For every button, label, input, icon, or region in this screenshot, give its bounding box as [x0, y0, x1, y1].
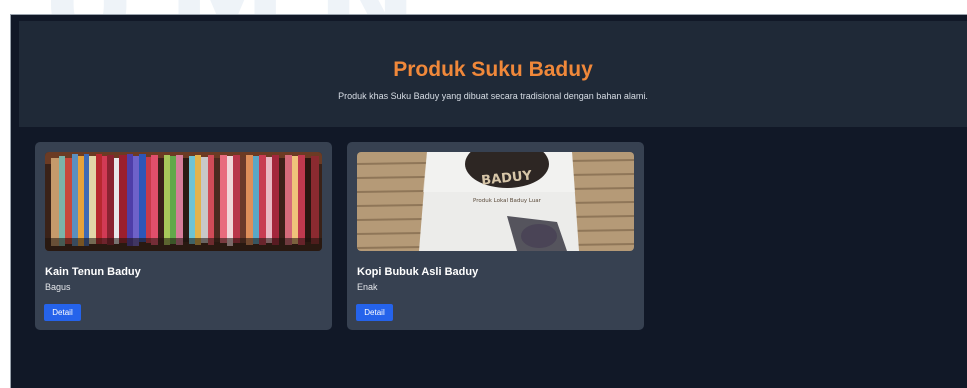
- product-card-kopi: BADUY Produk Lokal Baduy Luar Kopi Bubuk…: [347, 142, 644, 330]
- product-description: Enak: [357, 282, 378, 292]
- package-label: Produk Lokal Baduy Luar: [473, 198, 542, 204]
- detail-button-kain-tenun[interactable]: Detail: [44, 304, 81, 321]
- product-description: Bagus: [45, 282, 71, 292]
- detail-button-kopi[interactable]: Detail: [356, 304, 393, 321]
- product-name: Kopi Bubuk Asli Baduy: [357, 266, 479, 278]
- page-frame: Produk Suku Baduy Produk khas Suku Baduy…: [10, 14, 967, 388]
- product-image-coffee: BADUY Produk Lokal Baduy Luar: [357, 152, 634, 251]
- page-subtitle: Produk khas Suku Baduy yang dibuat secar…: [338, 91, 648, 101]
- product-card-kain-tenun: Kain Tenun Baduy Bagus Detail: [35, 142, 332, 330]
- page-title: Produk Suku Baduy: [393, 58, 593, 81]
- page-header: Produk Suku Baduy Produk khas Suku Baduy…: [19, 21, 967, 127]
- product-name: Kain Tenun Baduy: [45, 266, 141, 278]
- product-image-textiles: [45, 152, 322, 251]
